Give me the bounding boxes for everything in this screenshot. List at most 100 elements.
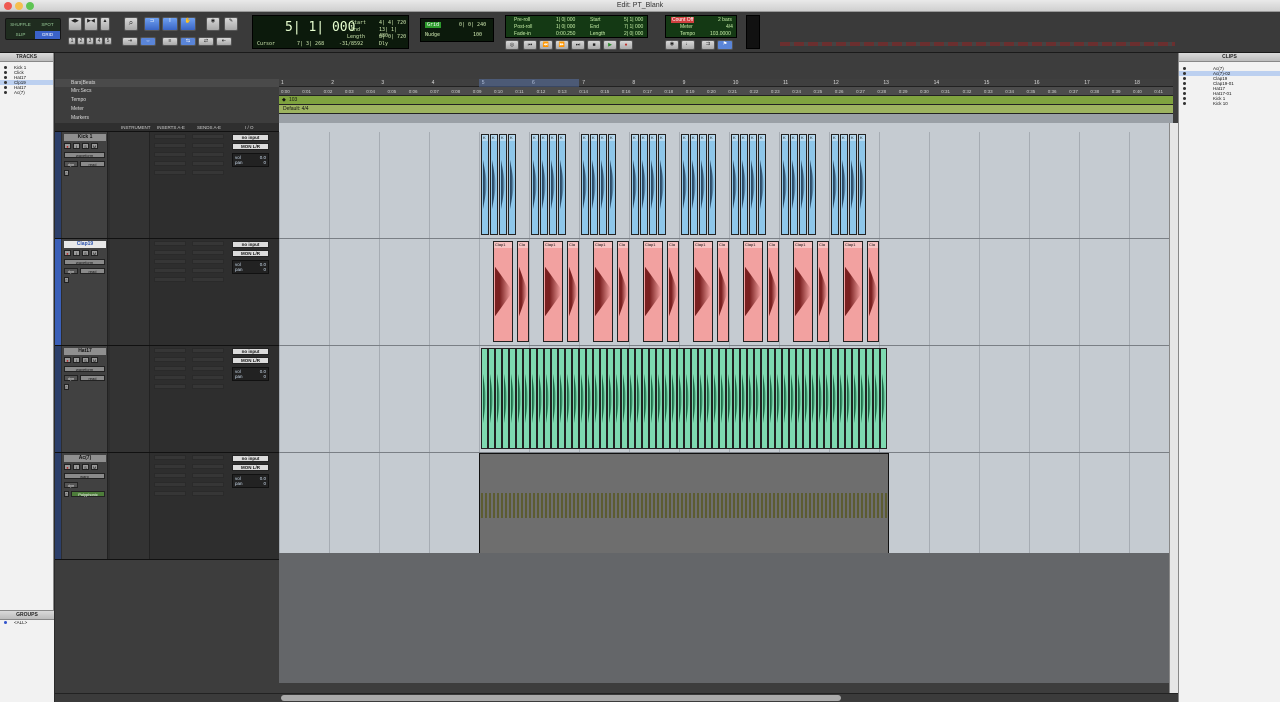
audio-clip[interactable] bbox=[523, 348, 530, 449]
record-enable-button[interactable]: ● bbox=[64, 143, 71, 149]
audio-clip[interactable]: Clap1 bbox=[793, 241, 813, 342]
input-selector[interactable]: no input bbox=[232, 241, 269, 248]
zoom-preset-3[interactable]: 3 bbox=[86, 37, 94, 45]
send-slot[interactable] bbox=[192, 134, 224, 139]
zoomer-tool-icon[interactable]: ⌕ bbox=[124, 17, 138, 31]
audio-clip[interactable] bbox=[845, 348, 852, 449]
audio-clip[interactable] bbox=[586, 348, 593, 449]
insert-slot[interactable] bbox=[154, 134, 186, 139]
send-slot[interactable] bbox=[192, 268, 224, 273]
audio-clip[interactable]: K bbox=[531, 134, 539, 235]
zoom-preset-2[interactable]: 2 bbox=[77, 37, 85, 45]
insert-slot[interactable] bbox=[154, 259, 186, 264]
audio-clip[interactable] bbox=[642, 348, 649, 449]
audio-clip[interactable]: Clap1 bbox=[693, 241, 713, 342]
solo-button[interactable]: S bbox=[82, 250, 89, 256]
record-enable-button[interactable]: ● bbox=[64, 250, 71, 256]
input-selector[interactable]: no input bbox=[232, 134, 269, 141]
track-view-selector[interactable]: warp bbox=[64, 473, 105, 479]
output-selector[interactable]: MON L/R bbox=[232, 357, 269, 364]
audio-clip[interactable]: K bbox=[581, 134, 589, 235]
keyboard-focus-button[interactable]: ⇤ bbox=[216, 37, 232, 46]
bars-ruler[interactable]: 1 2 3 4 5 6 7 8 9 10 11 12 13 14 15 16 17 18 bbox=[279, 79, 1173, 87]
volume-pan-display[interactable]: vol 0.0 pan 0 bbox=[232, 153, 269, 167]
audio-clip[interactable] bbox=[852, 348, 859, 449]
metronome-button[interactable]: ♩ bbox=[681, 40, 695, 50]
insert-slot[interactable] bbox=[154, 366, 186, 371]
track-playlists[interactable]: K K K K K K K K K K K K K K K K K K K K K K K K K K K K K K K K Clap1 Cla… bbox=[279, 123, 1173, 553]
mute-button[interactable]: M bbox=[91, 143, 98, 149]
input-monitor-button[interactable]: I bbox=[73, 143, 80, 149]
nudge-label[interactable]: Nudge bbox=[425, 32, 440, 38]
audio-clip[interactable] bbox=[670, 348, 677, 449]
minimize-window-button[interactable] bbox=[15, 2, 23, 10]
insert-slot[interactable] bbox=[154, 455, 186, 460]
insert-slot[interactable] bbox=[154, 348, 186, 353]
minsecs-ruler[interactable]: 0:00 0:01 0:02 0:03 0:04 0:05 0:06 0:07 0:08 0:09… bbox=[279, 87, 1173, 96]
audio-clip[interactable]: K bbox=[558, 134, 566, 235]
audio-clip[interactable]: K bbox=[590, 134, 598, 235]
audio-clip[interactable] bbox=[705, 348, 712, 449]
audio-clip[interactable]: K bbox=[540, 134, 548, 235]
insert-slot[interactable] bbox=[154, 268, 186, 273]
audio-clip[interactable] bbox=[502, 348, 509, 449]
timeline-rulers[interactable]: 1 2 3 4 5 6 7 8 9 10 11 12 13 14 15 16 17 18 0:00 0:01 0:02… bbox=[279, 79, 1173, 123]
audio-clip[interactable] bbox=[719, 348, 726, 449]
audio-clip[interactable] bbox=[628, 348, 635, 449]
wait-for-note-button[interactable]: ◉ bbox=[665, 40, 679, 50]
audio-clip[interactable] bbox=[607, 348, 614, 449]
audio-clip[interactable]: Clap1 bbox=[543, 241, 563, 342]
audio-clip[interactable]: Cla bbox=[817, 241, 829, 342]
audio-clip[interactable] bbox=[768, 348, 775, 449]
conductor-button[interactable]: ⚑ bbox=[717, 40, 733, 50]
mode-grid[interactable]: GRID bbox=[35, 31, 60, 39]
audio-clip[interactable] bbox=[537, 348, 544, 449]
audio-clip[interactable] bbox=[712, 348, 719, 449]
audio-clip[interactable] bbox=[817, 348, 824, 449]
send-slot[interactable] bbox=[192, 482, 224, 487]
mode-slip[interactable]: SLIP bbox=[8, 31, 33, 39]
zoom-preset-1[interactable]: 1 bbox=[68, 37, 76, 45]
send-slot[interactable] bbox=[192, 384, 224, 389]
input-monitor-button[interactable]: I bbox=[73, 464, 80, 470]
mirror-midi-button[interactable]: ⇄ bbox=[198, 37, 214, 46]
selection-start-value[interactable]: 4| 4| 720 bbox=[379, 20, 406, 26]
audio-clip[interactable] bbox=[516, 348, 523, 449]
tab-to-transient-button[interactable]: ⇥ bbox=[122, 37, 138, 46]
send-slot[interactable] bbox=[192, 277, 224, 282]
audio-clip[interactable]: Clap1 bbox=[843, 241, 863, 342]
trim-tool-icon[interactable]: ⊐ bbox=[144, 17, 160, 31]
zoom-window-button[interactable] bbox=[26, 2, 34, 10]
loop-selection-range[interactable] bbox=[479, 79, 579, 87]
audio-clip[interactable]: Cla bbox=[567, 241, 579, 342]
stop-button[interactable]: ■ bbox=[587, 40, 601, 50]
insert-slot[interactable] bbox=[154, 384, 186, 389]
audio-clip[interactable] bbox=[677, 348, 684, 449]
audio-clip[interactable] bbox=[579, 348, 586, 449]
output-selector[interactable]: MON L/R bbox=[232, 250, 269, 257]
track-name[interactable]: Ac(7) bbox=[64, 455, 106, 462]
audio-clip[interactable]: K bbox=[499, 134, 507, 235]
insert-slot[interactable] bbox=[154, 161, 186, 166]
audio-clip[interactable]: K bbox=[790, 134, 798, 235]
automation-mode-selector[interactable]: read bbox=[80, 375, 105, 381]
audio-clip[interactable]: K bbox=[699, 134, 707, 235]
inserts-column-header[interactable]: INSERTS A-E bbox=[157, 125, 185, 130]
input-selector[interactable]: no input bbox=[232, 455, 269, 462]
send-slot[interactable] bbox=[192, 241, 224, 246]
audio-clip[interactable]: Clap1 bbox=[743, 241, 763, 342]
track-name[interactable]: Hat17 bbox=[64, 348, 106, 355]
zoom-out-horizontal-button[interactable]: ◀▶ bbox=[68, 17, 82, 31]
mini-timeline[interactable] bbox=[780, 42, 1175, 46]
record-button[interactable]: ● bbox=[619, 40, 633, 50]
grid-label[interactable]: Grid bbox=[425, 22, 442, 28]
audio-clip[interactable]: Clap1 bbox=[493, 241, 513, 342]
audio-clip[interactable] bbox=[726, 348, 733, 449]
empty-track-area[interactable] bbox=[279, 553, 1173, 683]
audio-clip[interactable]: K bbox=[831, 134, 839, 235]
audio-clip[interactable]: K bbox=[599, 134, 607, 235]
tempo-value[interactable]: 103.0000 bbox=[710, 31, 731, 37]
send-slot[interactable] bbox=[192, 170, 224, 175]
insert-slot[interactable] bbox=[154, 170, 186, 175]
markers-ruler[interactable] bbox=[279, 114, 1173, 123]
